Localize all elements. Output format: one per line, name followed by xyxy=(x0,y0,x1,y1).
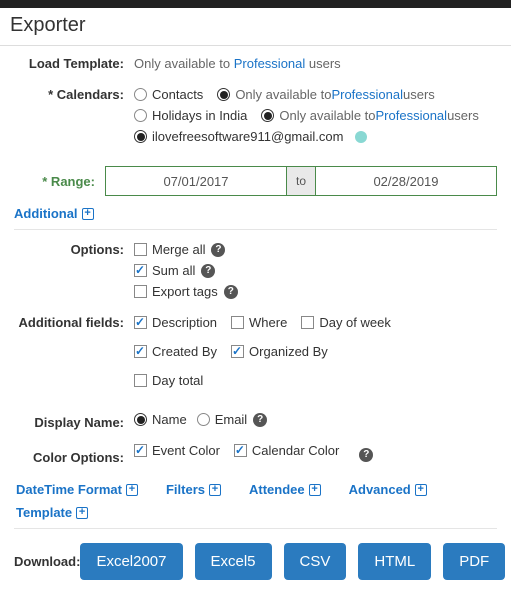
download-pdf-button[interactable]: PDF xyxy=(443,543,505,580)
radio-contacts[interactable] xyxy=(134,88,147,101)
color-options-label: Color Options: xyxy=(14,450,134,465)
download-excel2007-button[interactable]: Excel2007 xyxy=(80,543,182,580)
holidays-option-label: Holidays in India xyxy=(152,108,247,123)
radio-display-name[interactable] xyxy=(134,413,147,426)
calendar-color-label: Calendar Color xyxy=(252,443,339,458)
datetime-format-label: DateTime Format xyxy=(16,482,122,497)
window-topbar xyxy=(0,0,511,8)
checkbox-calendar-color[interactable] xyxy=(234,444,247,457)
day-of-week-label: Day of week xyxy=(319,315,391,330)
load-template-label: Load Template: xyxy=(14,56,134,71)
created-by-label: Created By xyxy=(152,344,217,359)
range-from-input[interactable] xyxy=(105,166,287,196)
professional-link-2[interactable]: Professional xyxy=(331,87,403,102)
contacts-pro-suffix: users xyxy=(403,87,435,102)
exporter-form: Load Template: Only available to Profess… xyxy=(0,46,511,596)
plus-icon: + xyxy=(76,507,88,519)
merge-all-label: Merge all xyxy=(152,242,205,257)
holidays-pro-prefix: Only available to xyxy=(279,108,375,123)
attendee-toggle[interactable]: Attendee + xyxy=(249,482,321,497)
contacts-pro-prefix: Only available to xyxy=(235,87,331,102)
professional-link-3[interactable]: Professional xyxy=(376,108,448,123)
radio-contacts-pro xyxy=(217,88,230,101)
filters-toggle[interactable]: Filters + xyxy=(166,482,221,497)
help-icon[interactable]: ? xyxy=(253,413,267,427)
plus-icon: + xyxy=(415,484,427,496)
plus-icon: + xyxy=(126,484,138,496)
help-icon[interactable]: ? xyxy=(359,448,373,462)
description-label: Description xyxy=(152,315,217,330)
radio-holidays-pro xyxy=(261,109,274,122)
checkbox-description[interactable] xyxy=(134,316,147,329)
help-icon[interactable]: ? xyxy=(224,285,238,299)
additional-toggle[interactable]: Additional + xyxy=(14,206,94,221)
additional-fields-label: Additional fields: xyxy=(14,315,134,330)
display-name-name-label: Name xyxy=(152,412,187,427)
checkbox-where[interactable] xyxy=(231,316,244,329)
advanced-toggle[interactable]: Advanced + xyxy=(349,482,427,497)
radio-email[interactable] xyxy=(134,130,147,143)
divider xyxy=(14,528,497,529)
checkbox-export-tags[interactable] xyxy=(134,285,147,298)
export-tags-label: Export tags xyxy=(152,284,218,299)
day-total-label: Day total xyxy=(152,373,203,388)
download-excel5-button[interactable]: Excel5 xyxy=(195,543,272,580)
datetime-format-toggle[interactable]: DateTime Format + xyxy=(16,482,138,497)
divider xyxy=(14,229,497,230)
radio-display-email[interactable] xyxy=(197,413,210,426)
organized-by-label: Organized By xyxy=(249,344,328,359)
additional-toggle-label: Additional xyxy=(14,206,78,221)
radio-holidays[interactable] xyxy=(134,109,147,122)
holidays-pro-suffix: users xyxy=(447,108,479,123)
plus-icon: + xyxy=(309,484,321,496)
contacts-option-label: Contacts xyxy=(152,87,203,102)
advanced-label: Advanced xyxy=(349,482,411,497)
options-label: Options: xyxy=(14,242,134,257)
sum-all-label: Sum all xyxy=(152,263,195,278)
checkbox-organized-by[interactable] xyxy=(231,345,244,358)
range-label: * Range: xyxy=(14,174,105,189)
calendars-label: * Calendars: xyxy=(14,87,134,102)
help-icon[interactable]: ? xyxy=(201,264,215,278)
email-option-label: ilovefreesoftware911@gmail.com xyxy=(152,129,343,144)
checkbox-created-by[interactable] xyxy=(134,345,147,358)
professional-link[interactable]: Professional xyxy=(234,56,306,71)
template-label: Template xyxy=(16,505,72,520)
range-to-input[interactable] xyxy=(315,166,497,196)
checkbox-event-color[interactable] xyxy=(134,444,147,457)
checkbox-day-of-week[interactable] xyxy=(301,316,314,329)
help-icon[interactable]: ? xyxy=(211,243,225,257)
page-title: Exporter xyxy=(0,8,511,46)
checkbox-merge-all[interactable] xyxy=(134,243,147,256)
checkbox-sum-all[interactable] xyxy=(134,264,147,277)
filters-label: Filters xyxy=(166,482,205,497)
download-html-button[interactable]: HTML xyxy=(358,543,431,580)
download-csv-button[interactable]: CSV xyxy=(284,543,347,580)
checkbox-day-total[interactable] xyxy=(134,374,147,387)
attendee-label: Attendee xyxy=(249,482,305,497)
plus-icon: + xyxy=(209,484,221,496)
display-name-email-label: Email xyxy=(215,412,248,427)
display-name-label: Display Name: xyxy=(14,415,134,430)
plus-icon: + xyxy=(82,208,94,220)
calendar-color-dot xyxy=(355,131,367,143)
load-template-text-suffix: users xyxy=(305,56,340,71)
load-template-text-prefix: Only available to xyxy=(134,56,234,71)
event-color-label: Event Color xyxy=(152,443,220,458)
range-to-label: to xyxy=(287,166,315,196)
where-label: Where xyxy=(249,315,287,330)
template-toggle[interactable]: Template + xyxy=(16,505,88,520)
download-label: Download: xyxy=(14,554,80,569)
